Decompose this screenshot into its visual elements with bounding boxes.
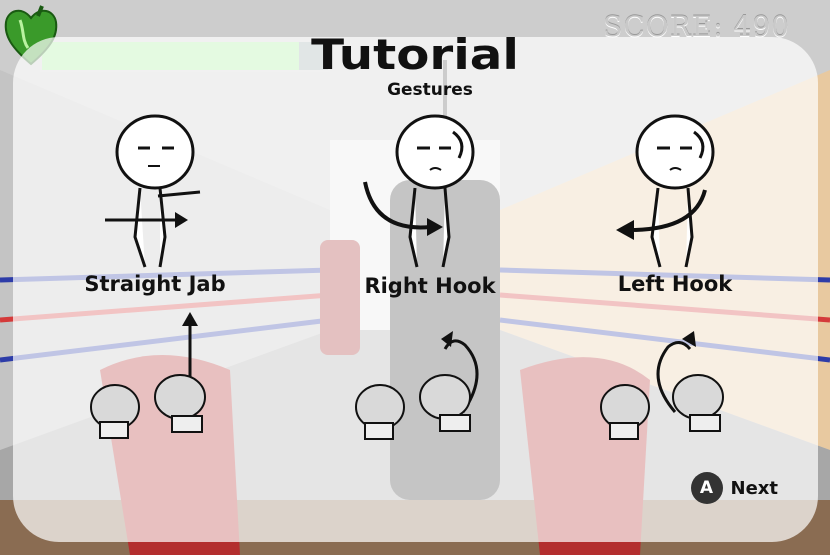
stick-figure-icon (363, 114, 475, 268)
boxing-glove-icon (419, 374, 471, 432)
boxing-glove-icon (672, 374, 724, 432)
gloves-curve-left (600, 331, 724, 440)
stick-figure-icon (616, 114, 715, 268)
boxing-glove-icon (154, 374, 206, 433)
gesture-left-hook: Left Hook (555, 112, 795, 442)
gesture-label: Right Hook (364, 274, 496, 298)
tutorial-title: Tutorial (311, 30, 519, 79)
gesture-label: Left Hook (617, 272, 733, 296)
boxing-glove-icon (355, 384, 405, 440)
boxing-glove-icon (600, 384, 650, 440)
gloves-straight-up (90, 312, 206, 439)
next-button[interactable]: A Next (690, 472, 779, 504)
a-button-icon: A (690, 472, 723, 504)
tutorial-subtitle: Gestures (387, 80, 473, 100)
next-label: Next (730, 477, 779, 499)
gesture-straight-jab: Straight Jab (35, 112, 275, 442)
gesture-label: Straight Jab (84, 272, 226, 296)
stick-figure-icon (105, 114, 201, 268)
gesture-right-hook: Right Hook (310, 112, 550, 442)
gloves-curve-right (355, 331, 479, 440)
boxing-glove-icon (90, 384, 140, 439)
